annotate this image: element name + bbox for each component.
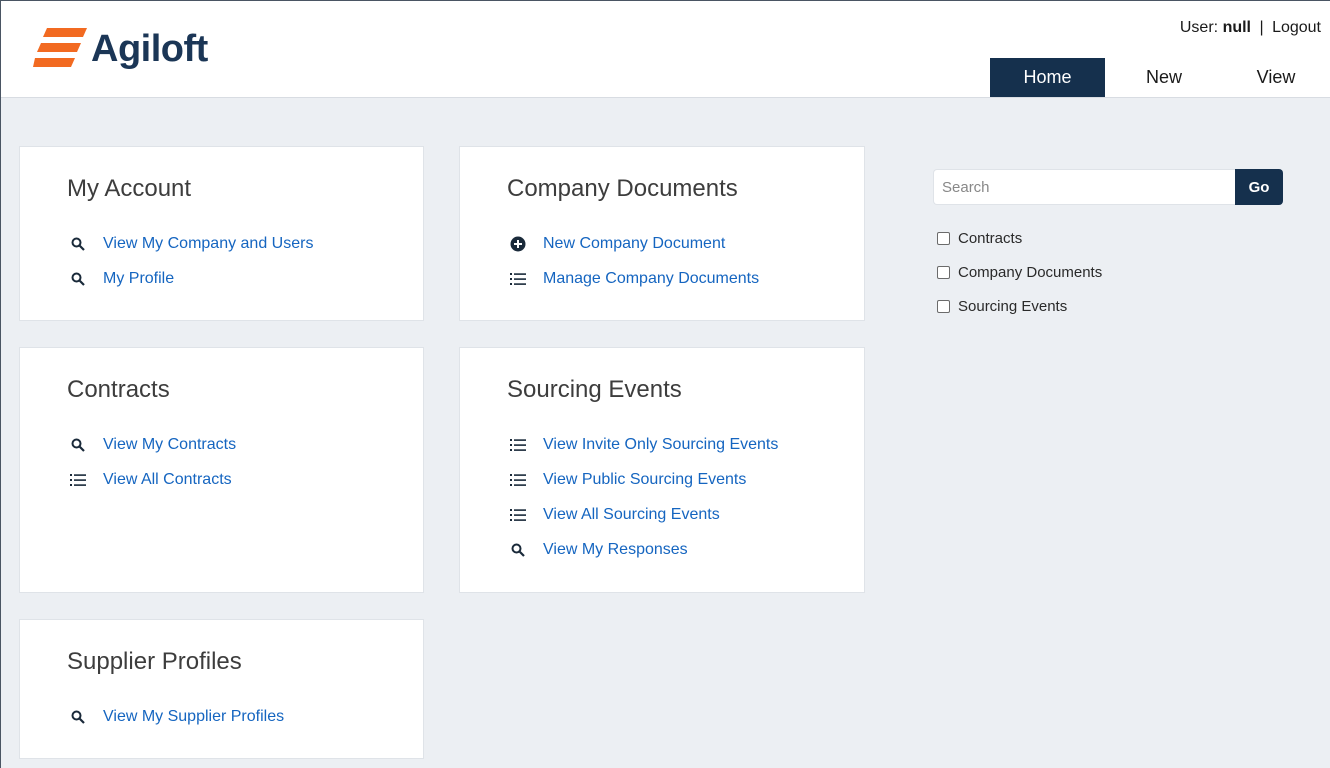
card-title: Supplier Profiles: [67, 648, 242, 675]
list-icon: [510, 472, 526, 488]
view-my-contracts-link[interactable]: View My Contracts: [103, 436, 236, 454]
view-public-sourcing-events-link[interactable]: View Public Sourcing Events: [543, 471, 746, 489]
new-company-document-link[interactable]: New Company Document: [543, 235, 725, 253]
card-company-documents: Company Documents New Company Document M…: [459, 146, 865, 321]
nav-new[interactable]: New: [1105, 58, 1223, 97]
header: Agiloft User: null | Logout Home New Vie…: [1, 1, 1330, 98]
my-profile-link[interactable]: My Profile: [103, 270, 174, 288]
view-all-sourcing-events-link[interactable]: View All Sourcing Events: [543, 506, 720, 524]
card-sourcing-events: Sourcing Events View Invite Only Sourcin…: [459, 347, 865, 593]
card-supplier-profiles: Supplier Profiles View My Supplier Profi…: [19, 619, 424, 759]
view-my-company-and-users-link[interactable]: View My Company and Users: [103, 235, 313, 253]
search-input[interactable]: [933, 169, 1235, 205]
list-item: New Company Document: [510, 226, 759, 261]
nav-view[interactable]: View: [1223, 58, 1329, 97]
link-list: View Invite Only Sourcing Events View Pu…: [510, 427, 778, 567]
main-nav: Home New View: [990, 58, 1329, 97]
view-invite-only-sourcing-events-link[interactable]: View Invite Only Sourcing Events: [543, 436, 778, 454]
list-item: View All Contracts: [70, 462, 236, 497]
filter-label: Contracts: [958, 229, 1023, 247]
user-name: null: [1222, 19, 1251, 36]
link-list: New Company Document Manage Company Docu…: [510, 226, 759, 296]
search-icon: [70, 236, 86, 252]
user-bar: User: null | Logout: [1180, 19, 1321, 37]
logo[interactable]: Agiloft: [33, 23, 208, 75]
search-icon: [70, 271, 86, 287]
card-title: My Account: [67, 175, 192, 202]
list-icon: [510, 271, 526, 287]
view-my-supplier-profiles-link[interactable]: View My Supplier Profiles: [103, 708, 284, 726]
logo-text: Agiloft: [91, 27, 208, 70]
list-item: View All Sourcing Events: [510, 497, 778, 532]
list-item: View Invite Only Sourcing Events: [510, 427, 778, 462]
user-separator: |: [1259, 19, 1264, 36]
filter-sourcing-events: Sourcing Events: [937, 289, 1102, 323]
link-list: View My Supplier Profiles: [70, 699, 284, 734]
search-icon: [70, 437, 86, 453]
go-button[interactable]: Go: [1235, 169, 1283, 205]
sourcing-events-checkbox[interactable]: [937, 299, 950, 313]
list-item: View My Supplier Profiles: [70, 699, 284, 734]
logout-link[interactable]: Logout: [1272, 19, 1321, 36]
manage-company-documents-link[interactable]: Manage Company Documents: [543, 270, 759, 288]
link-list: View My Company and Users My Profile: [70, 226, 313, 296]
filter-label: Company Documents: [958, 263, 1103, 281]
plus-circle-icon: [510, 236, 526, 252]
view-all-contracts-link[interactable]: View All Contracts: [103, 471, 232, 489]
agiloft-logo-icon: [33, 28, 87, 67]
contracts-checkbox[interactable]: [937, 231, 950, 245]
card-title: Sourcing Events: [507, 376, 682, 403]
list-item: View My Company and Users: [70, 226, 313, 261]
nav-home[interactable]: Home: [990, 58, 1105, 97]
filter-contracts: Contracts: [937, 221, 1102, 255]
card-my-account: My Account View My Company and Users My …: [19, 146, 424, 321]
link-list: View My Contracts View All Contracts: [70, 427, 236, 497]
list-item: Manage Company Documents: [510, 261, 759, 296]
search-bar: Go: [933, 169, 1283, 205]
list-item: View My Contracts: [70, 427, 236, 462]
search-icon: [510, 542, 526, 558]
list-icon: [510, 507, 526, 523]
search-icon: [70, 709, 86, 725]
view-my-responses-link[interactable]: View My Responses: [543, 541, 688, 559]
user-label: User:: [1179, 19, 1219, 36]
list-icon: [510, 437, 526, 453]
list-item: View Public Sourcing Events: [510, 462, 778, 497]
list-icon: [70, 472, 86, 488]
card-title: Company Documents: [507, 175, 738, 202]
list-item: View My Responses: [510, 532, 778, 567]
company-documents-checkbox[interactable]: [937, 265, 950, 279]
card-title: Contracts: [67, 376, 170, 403]
app-frame: Agiloft User: null | Logout Home New Vie…: [0, 0, 1330, 768]
list-item: My Profile: [70, 261, 313, 296]
filter-label: Sourcing Events: [958, 297, 1068, 315]
filter-company-documents: Company Documents: [937, 255, 1102, 289]
card-contracts: Contracts View My Contracts View All Con…: [19, 347, 424, 593]
search-filters: Contracts Company Documents Sourcing Eve…: [937, 221, 1102, 323]
